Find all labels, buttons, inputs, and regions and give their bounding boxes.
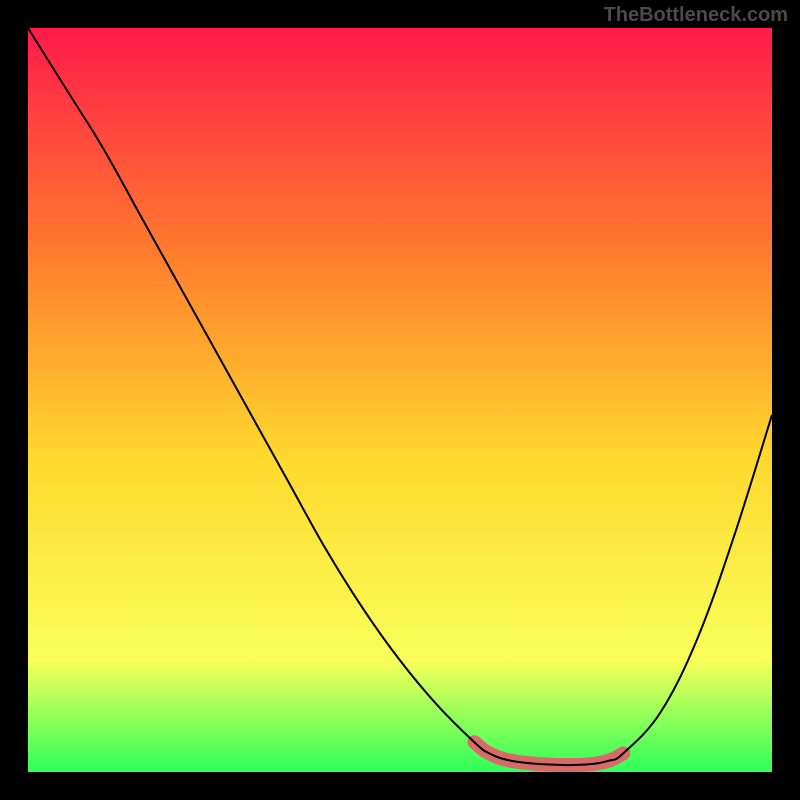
chart-svg — [28, 28, 772, 772]
watermark-text: TheBottleneck.com — [604, 4, 788, 27]
chart-plot-area — [28, 28, 772, 772]
